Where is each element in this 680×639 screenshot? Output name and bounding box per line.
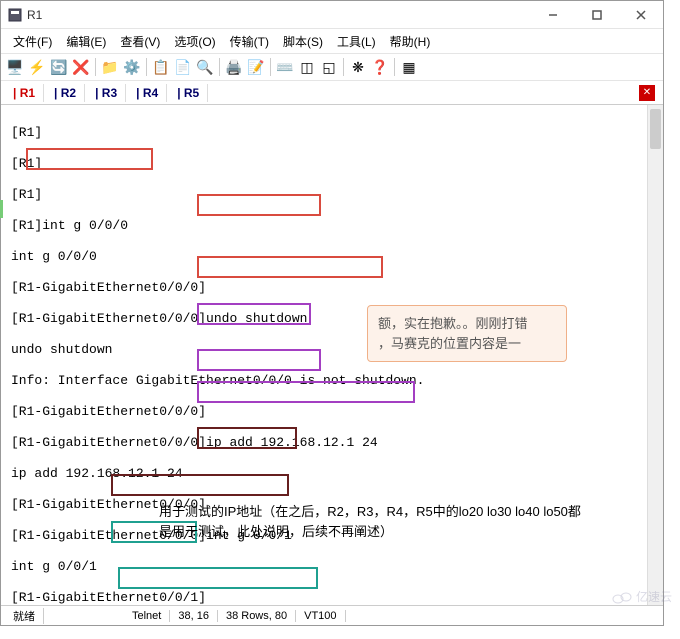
menu-tools[interactable]: 工具(L) [331, 31, 382, 52]
scrollbar-thumb[interactable] [650, 109, 661, 149]
tab-r2[interactable]: | R2 [46, 84, 85, 102]
watermark: 亿速云 [612, 588, 672, 605]
status-protocol: Telnet [124, 610, 170, 622]
status-term-type: VT100 [296, 610, 345, 622]
tabbar: | R1 | R2 | R3 | R4 | R5 ✕ [1, 81, 663, 105]
menu-edit[interactable]: 编辑(E) [60, 31, 112, 52]
highlight-box [111, 474, 289, 496]
note-annotation: 用于测试的IP地址（在之后，R2，R3，R4，R5中的lo20 lo30 lo4… [159, 502, 589, 541]
menu-options[interactable]: 选项(O) [168, 31, 221, 52]
separator [146, 58, 147, 76]
tab-r3[interactable]: | R3 [87, 84, 126, 102]
help-icon[interactable]: ❓ [370, 57, 390, 77]
status-ready: 就绪 [5, 608, 44, 624]
menu-file[interactable]: 文件(F) [7, 31, 58, 52]
app-icon [7, 7, 23, 23]
highlight-box [118, 567, 318, 589]
paste-icon[interactable]: 📄 [173, 57, 193, 77]
tab-r4[interactable]: | R4 [128, 84, 167, 102]
properties-icon[interactable]: ⚙️ [122, 57, 142, 77]
maximize-button[interactable] [575, 1, 619, 29]
separator [394, 58, 395, 76]
highlight-box [197, 256, 383, 278]
tab-r1[interactable]: | R1 [5, 84, 44, 102]
highlight-box [197, 194, 321, 216]
highlight-box [197, 303, 311, 325]
toolbar: 🖥️ ⚡ 🔄 ❌ 📁 ⚙️ 📋 📄 🔍 🖨️ 📝 ⌨️ ◫ ◱ ❋ ❓ ▦ [1, 53, 663, 81]
menu-script[interactable]: 脚本(S) [277, 31, 329, 52]
tab-close-icon[interactable]: ✕ [639, 85, 655, 101]
term-line: [R1] [11, 125, 655, 141]
term-line: [R1-GigabitEthernet0/0/1] [11, 590, 655, 606]
sftp-icon[interactable]: 📁 [100, 57, 120, 77]
term-line: [R1-GigabitEthernet0/0/0] [11, 280, 655, 296]
term-line: [R1-GigabitEthernet0/0/0] [11, 404, 655, 420]
status-rows: 38 Rows, 80 [218, 610, 296, 622]
menu-transfer[interactable]: 传输(T) [224, 31, 275, 52]
app-window: R1 文件(F) 编辑(E) 查看(V) 选项(O) 传输(T) 脚本(S) 工… [0, 0, 664, 626]
status-cursor-pos: 38, 16 [170, 610, 218, 622]
callout-annotation: 额，实在抱歉。。刚刚打错 ，马赛克的位置内容是一 [367, 305, 567, 362]
vertical-scrollbar[interactable] [647, 105, 663, 605]
highlight-box [197, 427, 297, 449]
reconnect-icon[interactable]: 🔄 [49, 57, 69, 77]
highlight-box [197, 381, 415, 403]
term-line: int g 0/0/1 [11, 559, 655, 575]
window-title: R1 [27, 8, 531, 22]
keymap-icon[interactable]: ⌨️ [275, 57, 295, 77]
disconnect-icon[interactable]: ❌ [71, 57, 91, 77]
find-icon[interactable]: 🔍 [195, 57, 215, 77]
menubar: 文件(F) 编辑(E) 查看(V) 选项(O) 传输(T) 脚本(S) 工具(L… [1, 29, 663, 53]
term-line: [R1] [11, 187, 655, 203]
menu-view[interactable]: 查看(V) [114, 31, 166, 52]
tile-icon[interactable]: ◫ [297, 57, 317, 77]
log-icon[interactable]: 📝 [246, 57, 266, 77]
highlight-box [197, 349, 321, 371]
menu-help[interactable]: 帮助(H) [384, 31, 437, 52]
separator [343, 58, 344, 76]
highlight-box [26, 148, 153, 170]
close-button[interactable] [619, 1, 663, 29]
minimize-button[interactable] [531, 1, 575, 29]
quick-connect-icon[interactable]: ⚡ [27, 57, 47, 77]
side-marker [0, 200, 3, 218]
term-line: [R1]int g 0/0/0 [11, 218, 655, 234]
separator [270, 58, 271, 76]
titlebar: R1 [1, 1, 663, 29]
copy-icon[interactable]: 📋 [151, 57, 171, 77]
term-line: [R1-GigabitEthernet0/0/0]ip add 192.168.… [11, 435, 655, 451]
terminal-output[interactable]: [R1] [R1] [R1] [R1]int g 0/0/0 int g 0/0… [1, 105, 663, 605]
tab-r5[interactable]: | R5 [169, 84, 208, 102]
tool1-icon[interactable]: ▦ [399, 57, 419, 77]
connect-icon[interactable]: 🖥️ [5, 57, 25, 77]
statusbar: 就绪 Telnet 38, 16 38 Rows, 80 VT100 [1, 605, 663, 625]
term-line: ip add 192.168.12.1 24 [11, 466, 655, 482]
separator [95, 58, 96, 76]
cascade-icon[interactable]: ◱ [319, 57, 339, 77]
options-icon[interactable]: ❋ [348, 57, 368, 77]
separator [219, 58, 220, 76]
print-icon[interactable]: 🖨️ [224, 57, 244, 77]
